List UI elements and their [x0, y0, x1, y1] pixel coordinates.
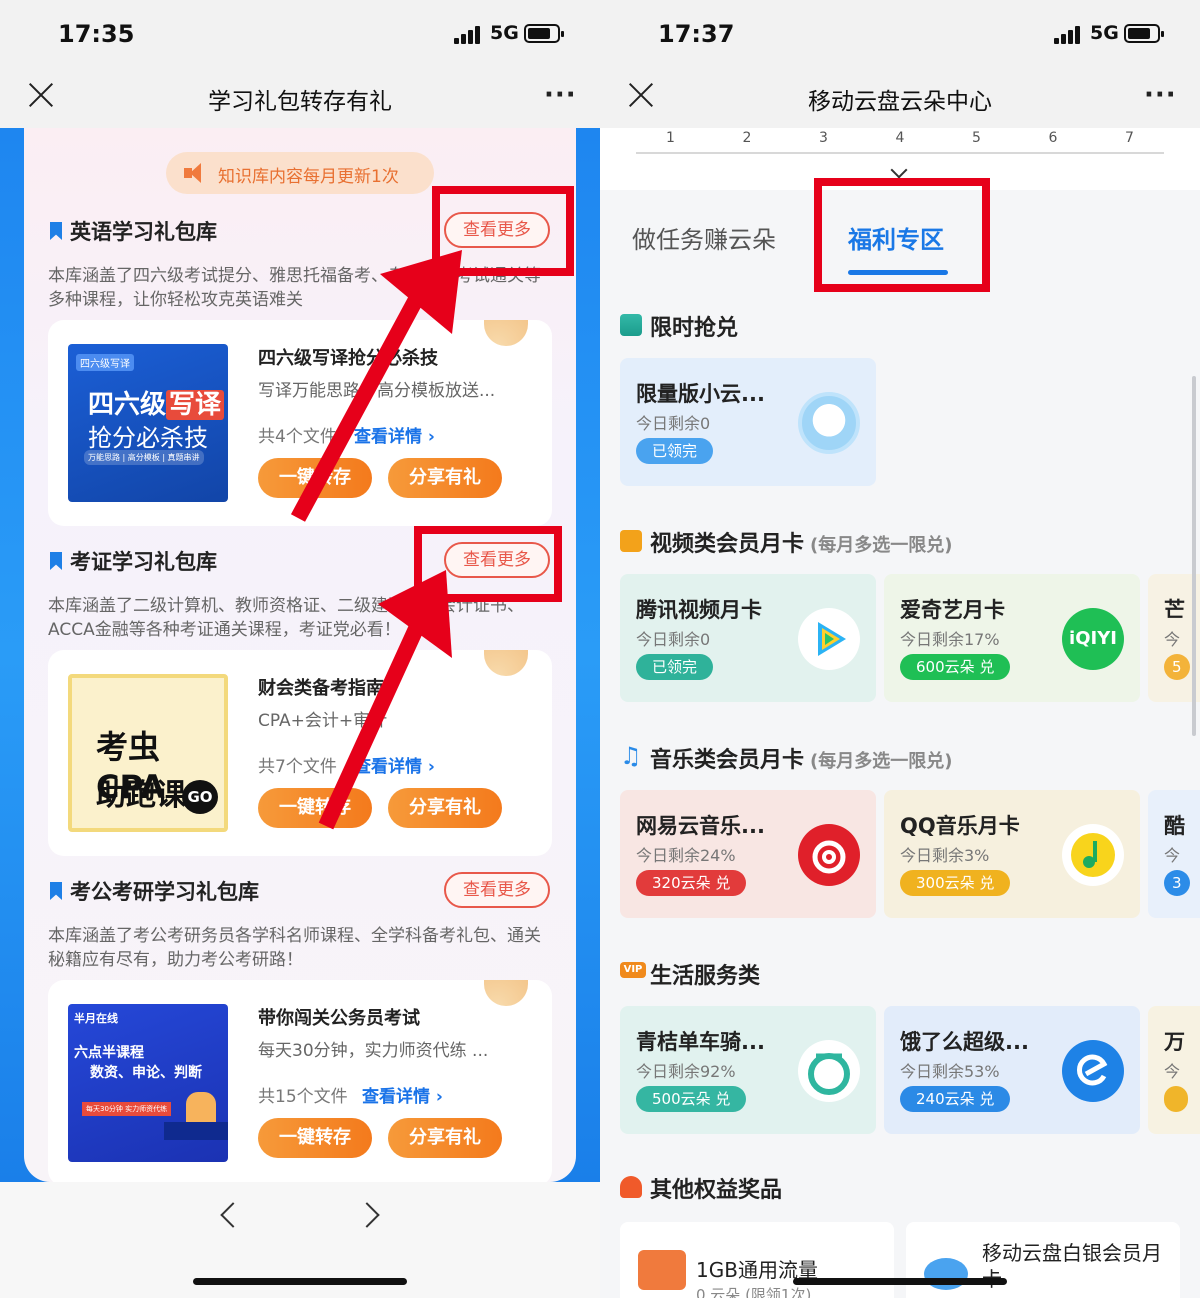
reward-remaining: 今日剩余17%: [900, 630, 1000, 649]
exchange-button[interactable]: 320云朵 兑: [636, 870, 747, 896]
nav-bar: 移动云盘云朵中心 ···: [600, 68, 1200, 128]
qq-music-icon: [1062, 824, 1124, 886]
reward-card[interactable]: 万 今: [1148, 1006, 1200, 1134]
reward-card[interactable]: 限量版小云... 今日剩余0 已领完: [620, 358, 876, 486]
netease-music-icon: [798, 824, 860, 886]
iqiyi-icon: iQIYI: [1062, 608, 1124, 670]
exchange-button[interactable]: 3: [1164, 870, 1190, 896]
claimed-badge: 已领完: [636, 654, 714, 680]
right-phone: 17:37 5G 移动云盘云朵中心 ··· 1 2 3 4 5 6 7 做任务赚…: [600, 0, 1200, 1298]
page-title: 移动云盘云朵中心: [808, 89, 992, 115]
reward-card[interactable]: 腾讯视频月卡 今日剩余0 已领完: [620, 574, 876, 702]
chevron-down-icon[interactable]: [890, 161, 908, 179]
eleme-icon: [1062, 1040, 1124, 1102]
reward-title: 万: [1164, 1030, 1185, 1054]
section-title: 生活服务类: [650, 964, 761, 989]
medal-icon: [620, 1176, 642, 1198]
tv-icon: [620, 530, 642, 552]
arrowhead-icon: [380, 250, 462, 334]
reward-title: 酷: [1164, 814, 1185, 838]
screenshot-pair: 17:35 5G 学习礼包转存有礼 ··· 知识库内容每月更新1次 英语学习礼包…: [0, 0, 1200, 1298]
reward-card[interactable]: QQ音乐月卡 今日剩余3% 300云朵 兑: [884, 790, 1140, 918]
reward-remaining: 今: [1164, 630, 1181, 649]
reward-card[interactable]: 青桔单车骑... 今日剩余92% 500云朵 兑: [620, 1006, 876, 1134]
exchange-button[interactable]: 600云朵 兑: [900, 654, 1011, 680]
day-tick: 2: [742, 130, 752, 146]
home-indicator: [793, 1278, 1007, 1285]
network-label: 5G: [1090, 22, 1119, 44]
reward-remaining: 今日剩余0: [636, 414, 711, 433]
progress-line: [636, 152, 1164, 154]
cloud-mascot-icon: [798, 392, 860, 454]
tencent-video-icon: [798, 608, 860, 670]
status-bar: 17:37 5G: [600, 0, 1200, 68]
day-tick: 6: [1048, 130, 1058, 146]
scrollbar[interactable]: [1192, 376, 1196, 736]
arrow-line: [318, 616, 428, 830]
reward-remaining: 今: [1164, 846, 1181, 865]
arrow-line: [290, 288, 428, 522]
exchange-button[interactable]: 240云朵 兑: [900, 1086, 1011, 1112]
day-tick: 5: [972, 130, 981, 146]
signal-icon: [1054, 24, 1082, 44]
arrow-annotations: [290, 250, 462, 830]
reward-remaining: 今日剩余24%: [636, 846, 736, 865]
exchange-button[interactable]: 300云朵 兑: [900, 870, 1011, 896]
reward-title: QQ音乐月卡: [900, 814, 1020, 838]
reward-title: 移动云盘白银会员月卡: [982, 1241, 1162, 1291]
reward-title: 腾讯视频月卡: [636, 598, 762, 622]
reward-card[interactable]: 1GB通用流量 0 云朵 (限领1次): [620, 1222, 894, 1298]
exchange-button[interactable]: 500云朵 兑: [636, 1086, 747, 1112]
music-note-icon: ♫: [620, 742, 642, 770]
reward-remaining: 今: [1164, 1062, 1181, 1081]
claimed-badge: 已领完: [636, 438, 714, 464]
reward-card[interactable]: 网易云音乐... 今日剩余24% 320云朵 兑: [620, 790, 876, 918]
section-title: 音乐类会员月卡 (每月多选一限兑): [650, 748, 953, 773]
day-ticks: 1 2 3 4 5 6 7: [636, 130, 1164, 150]
more-menu-icon[interactable]: ···: [1144, 80, 1177, 110]
day-tick: 3: [819, 130, 828, 146]
reward-card[interactable]: 酷 今 3: [1148, 790, 1200, 918]
status-time: 17:37: [658, 20, 735, 48]
reward-remaining: 今日剩余0: [636, 630, 711, 649]
qingju-bike-icon: [798, 1040, 860, 1102]
section-title: 视频类会员月卡 (每月多选一限兑): [650, 532, 953, 557]
battery-icon: [1124, 24, 1164, 43]
exchange-button[interactable]: [1164, 1086, 1188, 1112]
reward-card[interactable]: 爱奇艺月卡 今日剩余17% 600云朵 兑 iQIYI: [884, 574, 1140, 702]
reward-title: 饿了么超级...: [900, 1030, 1029, 1054]
reward-card[interactable]: 饿了么超级... 今日剩余53% 240云朵 兑: [884, 1006, 1140, 1134]
section-title: 限时抢兑: [650, 316, 739, 341]
reward-title: 网易云音乐...: [636, 814, 765, 838]
exchange-button[interactable]: 5: [1164, 654, 1190, 680]
highlight-box: [814, 178, 990, 292]
reward-remaining: 今日剩余3%: [900, 846, 990, 865]
close-icon[interactable]: [628, 82, 654, 108]
left-phone: 17:35 5G 学习礼包转存有礼 ··· 知识库内容每月更新1次 英语学习礼包…: [0, 0, 600, 1298]
data-traffic-icon: [638, 1250, 686, 1290]
reward-title: 爱奇艺月卡: [900, 598, 1005, 622]
section-title: 其他权益奖品: [650, 1178, 783, 1203]
reward-title: 青桔单车骑...: [636, 1030, 765, 1054]
gift-icon: [620, 314, 642, 336]
tab-tasks[interactable]: 做任务赚云朵: [632, 220, 776, 255]
day-tick: 1: [666, 130, 675, 146]
day-tick: 7: [1125, 130, 1134, 146]
reward-title: 限量版小云...: [636, 382, 765, 406]
reward-title: 芒: [1164, 598, 1185, 622]
day-tick: 4: [895, 130, 905, 146]
reward-remaining: 今日剩余53%: [900, 1062, 1000, 1081]
cloud-drive-icon: [924, 1258, 968, 1290]
reward-remaining: 今日剩余92%: [636, 1062, 736, 1081]
vip-icon: VIP: [620, 962, 646, 978]
reward-remaining: 0 云朵 (限领1次): [696, 1286, 812, 1298]
reward-card[interactable]: 移动云盘白银会员月卡: [906, 1222, 1180, 1298]
